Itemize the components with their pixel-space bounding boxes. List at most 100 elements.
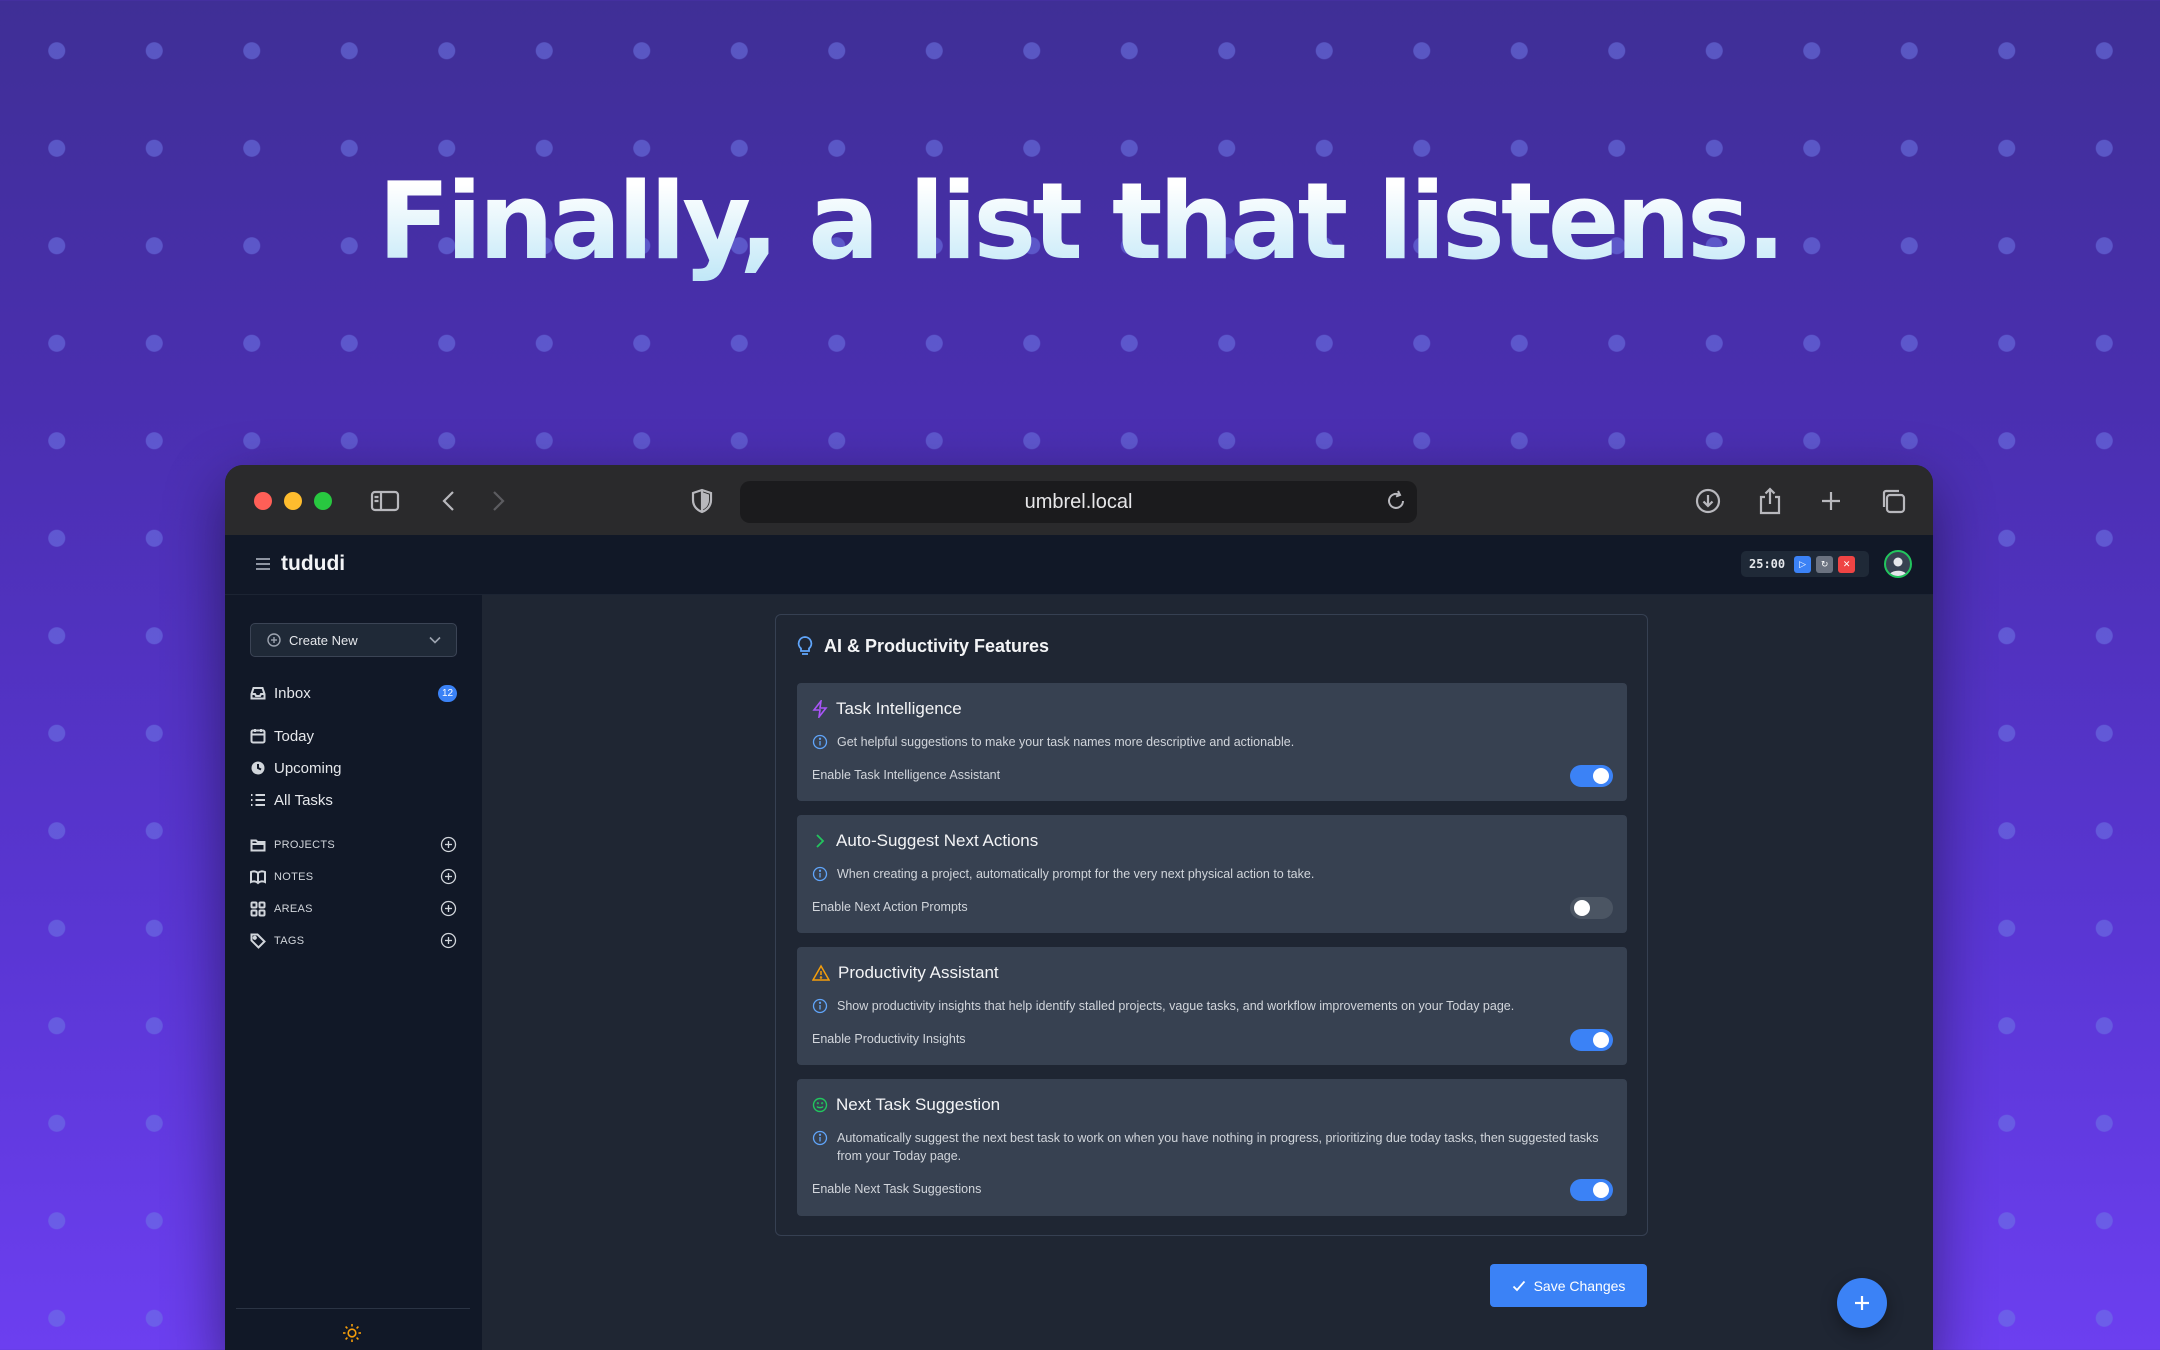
hero-headline: Finally, a list that listens.: [0, 160, 2160, 283]
check-icon: [1512, 1280, 1525, 1291]
pomodoro-timer: 25:00 ▷ ↻ ✕: [1741, 551, 1869, 577]
sidebar-section-notes[interactable]: NOTES: [250, 865, 457, 889]
zoom-window-button[interactable]: [314, 492, 332, 510]
auto-suggest-card: Auto-Suggest Next Actions When creating …: [797, 815, 1627, 933]
sidebar-item-label: Upcoming: [274, 759, 342, 777]
play-icon[interactable]: ▷: [1794, 555, 1812, 573]
lightbulb-icon: [797, 636, 813, 655]
sidebar: Create New Inbox 12 Today Upcoming All T…: [225, 595, 482, 1350]
tag-icon: [250, 933, 266, 949]
warning-icon: [812, 964, 830, 981]
info-icon: [812, 998, 828, 1014]
card-title: Task Intelligence: [812, 699, 962, 719]
calendar-icon: [250, 729, 266, 744]
minimize-window-button[interactable]: [284, 492, 302, 510]
add-task-fab[interactable]: [1837, 1278, 1887, 1328]
panel-title-text: AI & Productivity Features: [824, 635, 1050, 656]
reset-icon[interactable]: ↻: [1816, 555, 1834, 573]
next-task-suggestion-card: Next Task Suggestion Automatically sugge…: [797, 1079, 1627, 1216]
share-icon[interactable]: [1754, 485, 1786, 517]
plus-icon: [1855, 1296, 1869, 1310]
card-description-text: Get helpful suggestions to make your tas…: [837, 735, 1295, 749]
download-icon[interactable]: [1692, 485, 1724, 517]
forward-icon[interactable]: [482, 485, 514, 517]
card-description: Get helpful suggestions to make your tas…: [812, 733, 1602, 751]
sidebar-item-inbox[interactable]: Inbox 12: [250, 681, 457, 705]
card-description-text: When creating a project, automatically p…: [837, 867, 1315, 881]
sidebar-item-label: Inbox: [274, 684, 311, 702]
sidebar-section-tags[interactable]: TAGS: [250, 929, 457, 953]
next-action-toggle[interactable]: [1570, 897, 1613, 919]
productivity-insights-toggle[interactable]: [1570, 1029, 1613, 1051]
section-label: NOTES: [274, 871, 314, 883]
add-tag-icon[interactable]: [440, 932, 457, 949]
url-text: umbrel.local: [1024, 490, 1133, 513]
sidebar-toggle-icon[interactable]: [369, 485, 401, 517]
chevron-right-icon: [816, 834, 825, 848]
task-intelligence-card: Task Intelligence Get helpful suggestion…: [797, 683, 1627, 801]
section-label: TAGS: [274, 935, 305, 947]
card-title-text: Task Intelligence: [836, 699, 962, 718]
sidebar-item-label: Today: [274, 727, 315, 745]
toggle-label: Enable Next Action Prompts: [812, 900, 968, 914]
card-title-text: Next Task Suggestion: [836, 1095, 1001, 1114]
card-title: Productivity Assistant: [812, 963, 999, 983]
stop-icon[interactable]: ✕: [1838, 555, 1856, 573]
add-project-icon[interactable]: [440, 836, 457, 853]
app-logo[interactable]: tududi: [281, 552, 345, 576]
create-new-button[interactable]: Create New: [250, 623, 457, 657]
app-header: tududi 25:00 ▷ ↻ ✕: [225, 535, 1933, 595]
main-content: AI & Productivity Features Task Intellig…: [482, 595, 1933, 1350]
inbox-count-badge: 12: [438, 685, 457, 702]
sidebar-item-today[interactable]: Today: [250, 724, 457, 748]
back-icon[interactable]: [433, 485, 465, 517]
toggle-label: Enable Next Task Suggestions: [812, 1182, 982, 1196]
new-tab-icon[interactable]: [1815, 485, 1847, 517]
productivity-assistant-card: Productivity Assistant Show productivity…: [797, 947, 1627, 1065]
section-label: PROJECTS: [274, 839, 336, 851]
smile-icon: [812, 1097, 828, 1113]
avatar[interactable]: [1884, 550, 1912, 578]
card-title: Next Task Suggestion: [812, 1095, 1000, 1115]
card-title: Auto-Suggest Next Actions: [812, 831, 1038, 851]
task-intelligence-toggle[interactable]: [1570, 765, 1613, 787]
close-window-button[interactable]: [254, 492, 272, 510]
folder-icon: [250, 839, 266, 852]
add-note-icon[interactable]: [440, 868, 457, 885]
save-changes-label: Save Changes: [1533, 1277, 1626, 1294]
card-description: Automatically suggest the next best task…: [812, 1129, 1602, 1165]
grid-icon: [250, 901, 266, 917]
card-description-text: Show productivity insights that help ide…: [837, 999, 1515, 1013]
book-icon: [250, 870, 266, 885]
list-icon: [251, 794, 265, 806]
url-bar[interactable]: umbrel.local: [740, 481, 1417, 523]
sidebar-item-label: All Tasks: [274, 791, 333, 809]
next-task-suggestions-toggle[interactable]: [1570, 1179, 1613, 1201]
add-area-icon[interactable]: [440, 900, 457, 917]
plus-circle-icon: [267, 633, 281, 647]
sidebar-section-areas[interactable]: AREAS: [250, 897, 457, 921]
clock-icon: [251, 761, 265, 775]
panel-title: AI & Productivity Features: [796, 635, 1049, 657]
toggle-label: Enable Task Intelligence Assistant: [812, 768, 1001, 782]
menu-icon[interactable]: [255, 557, 271, 576]
create-new-label: Create New: [289, 632, 358, 648]
pomodoro-time: 25:00: [1749, 557, 1786, 571]
sidebar-divider: [236, 1308, 470, 1309]
info-icon: [812, 1130, 828, 1146]
sidebar-item-all-tasks[interactable]: All Tasks: [250, 788, 457, 812]
tabs-overview-icon[interactable]: [1877, 485, 1909, 517]
inbox-icon: [250, 687, 266, 700]
sun-icon[interactable]: [342, 1323, 362, 1348]
toggle-label: Enable Productivity Insights: [812, 1032, 966, 1046]
sidebar-section-projects[interactable]: PROJECTS: [250, 833, 457, 857]
reload-icon[interactable]: [1383, 488, 1409, 520]
card-title-text: Auto-Suggest Next Actions: [836, 831, 1039, 850]
sidebar-item-upcoming[interactable]: Upcoming: [250, 756, 457, 780]
browser-window: umbrel.local tududi 25:00 ▷ ↻ ✕ Create N…: [225, 465, 1933, 1350]
save-changes-button[interactable]: Save Changes: [1490, 1264, 1647, 1307]
card-description: Show productivity insights that help ide…: [812, 997, 1602, 1015]
shield-icon[interactable]: [686, 485, 718, 517]
card-title-text: Productivity Assistant: [838, 963, 999, 982]
info-icon: [812, 866, 828, 882]
